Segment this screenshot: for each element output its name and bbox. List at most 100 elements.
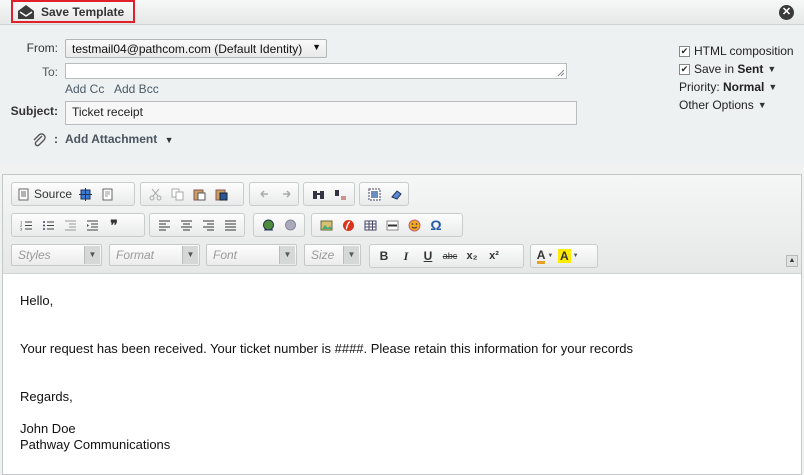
priority-label: Priority:	[679, 80, 720, 94]
resize-handle-icon	[557, 69, 565, 77]
align-justify-icon	[224, 220, 236, 230]
blockquote-button[interactable]: ❞	[105, 216, 123, 234]
format-dropdown[interactable]: Format ▼	[109, 244, 200, 266]
styles-dropdown[interactable]: Styles ▼	[11, 244, 102, 266]
horizontal-rule-button[interactable]	[383, 216, 401, 234]
image-icon	[320, 220, 332, 230]
superscript-glyph: x²	[489, 250, 499, 262]
toolbar-group-insert: Ω	[311, 213, 463, 237]
underline-glyph: U	[423, 249, 433, 263]
align-right-button[interactable]	[199, 216, 217, 234]
subject-label: Subject:	[10, 104, 58, 118]
copy-button[interactable]	[168, 185, 186, 203]
add-cc-link[interactable]: Add Cc	[65, 82, 104, 96]
flash-button[interactable]	[339, 216, 357, 234]
envelope-icon	[18, 4, 34, 19]
html-composition-option[interactable]: ✔ HTML composition	[679, 44, 794, 58]
superscript-button[interactable]: x²	[485, 247, 503, 265]
to-input[interactable]	[65, 63, 567, 79]
strike-glyph: abc	[442, 251, 458, 261]
toolbar-group-basicstyles: B I U abc x₂ x²	[369, 244, 524, 268]
select-all-icon	[368, 188, 380, 200]
strikethrough-button[interactable]: abc	[441, 247, 459, 265]
add-attachment-button[interactable]: Add Attachment ▼	[65, 132, 174, 146]
replace-button[interactable]	[331, 185, 349, 203]
window-topbar: Save Template ✕	[0, 0, 804, 25]
bg-color-button[interactable]: A ▼	[558, 247, 579, 265]
paste-word-icon	[215, 189, 227, 200]
unlink-icon	[284, 219, 296, 230]
paste-button[interactable]	[190, 185, 208, 203]
outdent-button[interactable]	[61, 216, 79, 234]
binoculars-icon	[312, 190, 324, 199]
subscript-button[interactable]: x₂	[463, 247, 481, 265]
other-options[interactable]: Other Options ▼	[679, 98, 767, 112]
save-in-label: Save in	[694, 62, 735, 76]
document-icon	[18, 188, 29, 200]
from-select[interactable]: testmail04@pathcom.com (Default Identity…	[65, 39, 327, 58]
underline-button[interactable]: U	[419, 247, 437, 265]
text-color-button[interactable]: A ▼	[536, 247, 554, 265]
preview-icon	[102, 188, 113, 200]
cut-button[interactable]	[146, 185, 164, 203]
table-button[interactable]	[361, 216, 379, 234]
special-char-button[interactable]: Ω	[427, 216, 445, 234]
paste-word-button[interactable]	[212, 185, 230, 203]
close-icon[interactable]: ✕	[779, 5, 794, 20]
italic-glyph: I	[403, 248, 409, 263]
add-bcc-link[interactable]: Add Bcc	[114, 82, 159, 96]
source-button[interactable]: Source	[17, 185, 72, 203]
save-template-button[interactable]: Save Template	[11, 0, 135, 23]
font-placeholder: Font	[213, 248, 238, 262]
priority-option[interactable]: Priority: Normal ▼	[679, 80, 777, 94]
checkbox-checked-icon[interactable]: ✔	[679, 63, 690, 75]
remove-format-button[interactable]	[387, 185, 405, 203]
unlink-button[interactable]	[281, 216, 299, 234]
align-center-button[interactable]	[177, 216, 195, 234]
checkbox-checked-icon[interactable]: ✔	[679, 45, 690, 57]
toolbar-group-link	[253, 213, 305, 237]
redo-button[interactable]	[277, 185, 295, 203]
align-justify-button[interactable]	[221, 216, 239, 234]
select-all-button[interactable]	[365, 185, 383, 203]
toolbar-group-colors: A ▼ A ▼	[530, 244, 598, 268]
image-button[interactable]	[317, 216, 335, 234]
priority-value: Normal	[723, 80, 765, 94]
font-dropdown[interactable]: Font ▼	[206, 244, 297, 266]
bulleted-list-button[interactable]	[39, 216, 57, 234]
align-left-button[interactable]	[155, 216, 173, 234]
indent-button[interactable]	[83, 216, 101, 234]
align-right-icon	[202, 220, 214, 230]
flash-icon	[342, 219, 354, 231]
link-icon	[262, 219, 274, 230]
chevron-down-icon: ▼	[279, 246, 295, 264]
to-label: To:	[41, 65, 58, 79]
preview-button[interactable]	[98, 185, 116, 203]
subject-input[interactable]: Ticket receipt	[65, 101, 577, 125]
editor-body[interactable]: Hello, Your request has been received. Y…	[20, 293, 790, 453]
paperclip-icon	[33, 133, 46, 147]
toolbar-group-align	[149, 213, 245, 237]
maximize-button[interactable]	[76, 185, 94, 203]
italic-button[interactable]: I	[397, 247, 415, 265]
align-center-icon	[180, 220, 192, 230]
size-dropdown[interactable]: Size ▼	[304, 244, 361, 266]
toolbar-group-clipboard	[140, 182, 244, 206]
smiley-button[interactable]	[405, 216, 423, 234]
toolbar-group-select	[359, 182, 409, 206]
from-value: testmail04@pathcom.com (Default Identity…	[72, 42, 303, 56]
link-button[interactable]	[259, 216, 277, 234]
save-in-option[interactable]: ✔ Save in Sent ▼	[679, 62, 776, 76]
numbered-list-icon: 123	[20, 219, 32, 231]
undo-button[interactable]	[255, 185, 273, 203]
find-button[interactable]	[309, 185, 327, 203]
body-name: John Doe	[20, 421, 76, 436]
collapse-toolbar-button[interactable]: ▲	[786, 255, 798, 267]
table-icon	[364, 220, 376, 230]
smiley-icon	[408, 219, 420, 231]
source-label: Source	[34, 187, 73, 201]
save-template-label: Save Template	[41, 4, 125, 19]
numbered-list-button[interactable]: 123	[17, 216, 35, 234]
redo-icon	[282, 189, 291, 198]
bold-button[interactable]: B	[375, 247, 393, 265]
